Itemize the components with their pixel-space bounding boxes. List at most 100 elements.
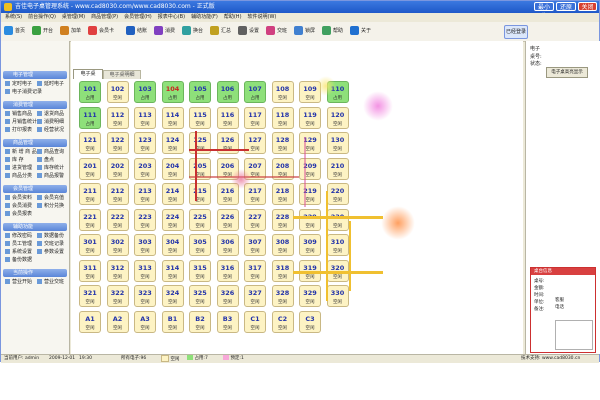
sidebar-item[interactable]: 商品查询 bbox=[37, 149, 64, 156]
sidebar-group-4[interactable]: 辅助功能 bbox=[3, 223, 67, 231]
room-318[interactable]: 318 空闲 bbox=[271, 259, 294, 282]
room-114[interactable]: 114 空闲 bbox=[161, 106, 184, 129]
room-229[interactable]: 229空闲 bbox=[299, 208, 321, 231]
sidebar-group-3[interactable]: 会员管理 bbox=[3, 185, 67, 193]
sidebar-item[interactable]: 电子消费记录 bbox=[5, 89, 42, 96]
sidebar-item[interactable]: 退货商品 bbox=[37, 111, 64, 118]
sidebar-item[interactable]: 经营状况 bbox=[37, 127, 64, 134]
sidebar-group-5[interactable]: 当前操作 bbox=[3, 269, 67, 277]
login-status-button[interactable]: 已经登录 bbox=[504, 25, 528, 39]
toolbar-button-3[interactable]: 会员卡 bbox=[88, 24, 114, 38]
room-303[interactable]: 303 空闲 bbox=[134, 234, 156, 256]
room-211[interactable]: 211 空闲 bbox=[79, 183, 101, 205]
sidebar-item[interactable]: 月销售统计 bbox=[5, 119, 37, 126]
room-321[interactable]: 321 空闲 bbox=[79, 285, 101, 307]
room-301[interactable]: 301 空闲 bbox=[79, 234, 101, 256]
room-308[interactable]: 308 空闲 bbox=[271, 234, 294, 256]
sidebar-item[interactable]: 进货管理 bbox=[5, 165, 32, 172]
room-121[interactable]: 121 空闲 bbox=[79, 132, 101, 154]
room-224[interactable]: 224 空闲 bbox=[161, 208, 184, 231]
room-216[interactable]: 216 空闲 bbox=[216, 183, 239, 205]
sidebar-item[interactable]: 定时电子 bbox=[5, 81, 32, 88]
room-317[interactable]: 317 空闲 bbox=[244, 259, 266, 282]
sidebar-group-1[interactable]: 消费管理 bbox=[3, 101, 67, 109]
room-219[interactable]: 219 空闲 bbox=[299, 183, 321, 205]
menu-item-4[interactable]: 会员管理(H) bbox=[124, 14, 152, 20]
sidebar-item[interactable]: 延时电子 bbox=[37, 81, 64, 88]
sidebar-group-2[interactable]: 商品管理 bbox=[3, 139, 67, 147]
room-202[interactable]: 202 空闲 bbox=[106, 157, 129, 180]
sidebar-item[interactable]: 消费明细 bbox=[37, 119, 64, 126]
sidebar-item[interactable]: 库 存 bbox=[5, 157, 24, 164]
toolbar-button-4[interactable]: 结账 bbox=[126, 24, 147, 38]
sidebar-item[interactable]: 修改密码 bbox=[5, 233, 32, 240]
room-C3[interactable]: C3 空闲 bbox=[299, 310, 321, 333]
room-316[interactable]: 316 空闲 bbox=[216, 259, 239, 282]
menu-item-5[interactable]: 报表中心(B) bbox=[158, 14, 185, 20]
room-230[interactable]: 230空闲 bbox=[326, 208, 349, 231]
room-A3[interactable]: A3 空闲 bbox=[134, 310, 156, 333]
room-221[interactable]: 221 空闲 bbox=[79, 208, 101, 231]
room-120[interactable]: 120 空闲 bbox=[326, 106, 349, 129]
sidebar-item[interactable]: 商品分类 bbox=[5, 173, 32, 180]
room-327[interactable]: 327 空闲 bbox=[244, 285, 266, 307]
sidebar-item[interactable]: 会员资料 bbox=[5, 195, 32, 202]
room-104[interactable]: 104 占用 bbox=[161, 81, 184, 103]
room-129[interactable]: 129 空闲 bbox=[299, 132, 321, 154]
toolbar-button-11[interactable]: 帮助 bbox=[322, 24, 343, 38]
highlight-button[interactable]: 电子桌高亮显示 bbox=[546, 67, 588, 78]
room-204[interactable]: 204 空闲 bbox=[161, 157, 184, 180]
room-116[interactable]: 116 空闲 bbox=[216, 106, 239, 129]
room-C1[interactable]: C1 空闲 bbox=[244, 310, 266, 333]
room-C2[interactable]: C2 空闲 bbox=[271, 310, 294, 333]
room-210[interactable]: 210 空闲 bbox=[326, 157, 349, 180]
sidebar-item[interactable]: 商品报警 bbox=[37, 173, 64, 180]
room-123[interactable]: 123 空闲 bbox=[134, 132, 156, 154]
toolbar-button-5[interactable]: 消费 bbox=[154, 24, 175, 38]
tab-table-details[interactable]: 电子桌明细 bbox=[103, 70, 141, 79]
room-A2[interactable]: A2 空闲 bbox=[106, 310, 129, 333]
room-107[interactable]: 107 占用 bbox=[244, 81, 266, 103]
sidebar-item[interactable]: 备份数据 bbox=[5, 257, 32, 264]
room-220[interactable]: 220 空闲 bbox=[326, 183, 349, 205]
menu-item-7[interactable]: 帮助(H) bbox=[224, 14, 242, 20]
toolbar-button-10[interactable]: 锁屏 bbox=[294, 24, 315, 38]
room-329[interactable]: 329 空闲 bbox=[299, 285, 321, 307]
room-115[interactable]: 115 空闲 bbox=[189, 106, 211, 129]
room-124[interactable]: 124 空闲 bbox=[161, 132, 184, 154]
info-notes-box[interactable] bbox=[555, 320, 593, 350]
sidebar-item[interactable]: 会员消费 bbox=[5, 203, 32, 210]
room-305[interactable]: 305 空闲 bbox=[189, 234, 211, 256]
room-111[interactable]: 111 占用 bbox=[79, 106, 101, 129]
room-225[interactable]: 225 空闲 bbox=[189, 208, 211, 231]
sidebar-item[interactable]: 积分兑换 bbox=[37, 203, 64, 210]
menu-item-6[interactable]: 辅助功能(F) bbox=[191, 14, 218, 20]
room-312[interactable]: 312 空闲 bbox=[106, 259, 129, 282]
room-112[interactable]: 112 空闲 bbox=[106, 106, 129, 129]
room-310[interactable]: 310 空闲 bbox=[326, 234, 349, 256]
toolbar-button-6[interactable]: 换台 bbox=[182, 24, 203, 38]
tab-tables[interactable]: 电子桌 bbox=[73, 69, 103, 79]
room-109[interactable]: 109 空闲 bbox=[299, 81, 321, 103]
toolbar-button-7[interactable]: 汇总 bbox=[210, 24, 231, 38]
close-button[interactable]: 关闭 bbox=[578, 2, 597, 11]
toolbar-button-1[interactable]: 开台 bbox=[32, 24, 53, 38]
room-223[interactable]: 223 空闲 bbox=[134, 208, 156, 231]
room-113[interactable]: 113 空闲 bbox=[134, 106, 156, 129]
room-102[interactable]: 102 空闲 bbox=[106, 81, 129, 103]
room-218[interactable]: 218 空闲 bbox=[271, 183, 294, 205]
room-209[interactable]: 209 空闲 bbox=[299, 157, 321, 180]
room-214[interactable]: 214 空闲 bbox=[161, 183, 184, 205]
room-325[interactable]: 325 空闲 bbox=[189, 285, 211, 307]
room-323[interactable]: 323 空闲 bbox=[134, 285, 156, 307]
room-326[interactable]: 326 空闲 bbox=[216, 285, 239, 307]
minimize-button[interactable]: 最小化 bbox=[534, 2, 554, 20]
menu-item-2[interactable]: 桌管理(M) bbox=[62, 14, 85, 20]
room-128[interactable]: 128 空闲 bbox=[271, 132, 294, 154]
room-213[interactable]: 213 空闲 bbox=[134, 183, 156, 205]
sidebar-item[interactable]: 会员充值 bbox=[37, 195, 64, 202]
room-B3[interactable]: B3 空闲 bbox=[216, 310, 239, 333]
room-110[interactable]: 110 占用 bbox=[326, 81, 349, 103]
room-226[interactable]: 226 空闲 bbox=[216, 208, 239, 231]
room-302[interactable]: 302 空闲 bbox=[106, 234, 129, 256]
